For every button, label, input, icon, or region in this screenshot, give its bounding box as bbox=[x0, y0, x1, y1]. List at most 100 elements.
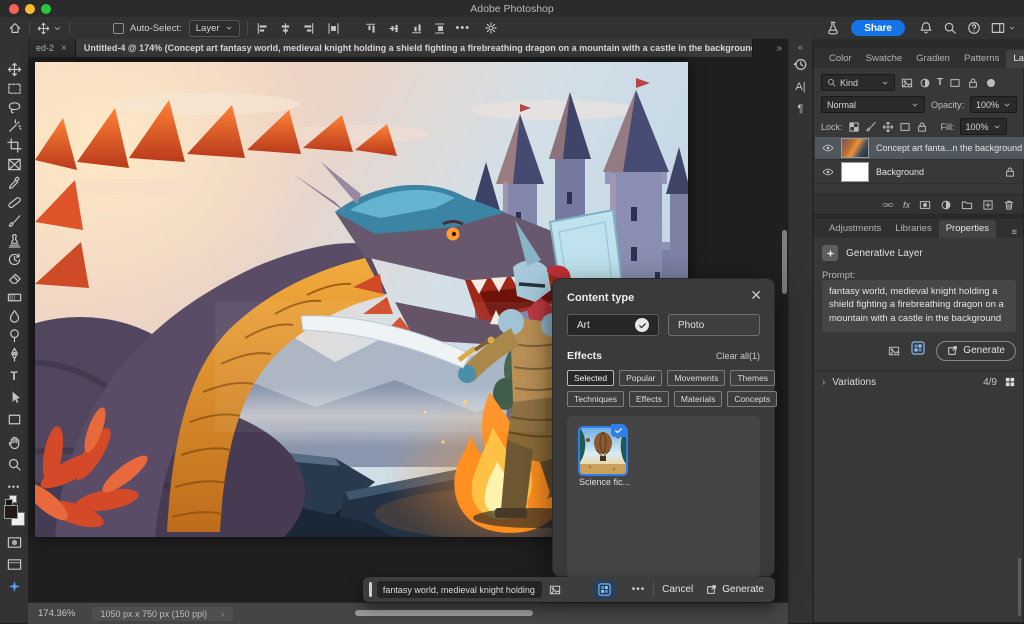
generate-button[interactable]: Generate bbox=[706, 584, 775, 595]
crop-tool[interactable] bbox=[0, 137, 28, 154]
chevron-down-icon[interactable] bbox=[1008, 24, 1016, 32]
lock-all-icon[interactable] bbox=[916, 121, 928, 133]
filter-toggle-icon[interactable] bbox=[987, 79, 995, 87]
tab-untitled-4-active[interactable]: Untitled-4 @ 174% (Concept art fantasy w… bbox=[76, 39, 753, 57]
help-icon[interactable] bbox=[967, 21, 981, 35]
hand-tool[interactable] bbox=[0, 434, 28, 451]
history-panel-icon[interactable] bbox=[789, 57, 812, 72]
cancel-button[interactable]: Cancel bbox=[662, 584, 693, 595]
layer-row-generative[interactable]: Concept art fanta...n the background bbox=[815, 137, 1024, 160]
delete-layer-trash-icon[interactable] bbox=[1003, 199, 1015, 211]
dodge-tool[interactable] bbox=[0, 327, 28, 344]
chip-movements[interactable]: Movements bbox=[667, 370, 725, 386]
link-layers-icon[interactable] bbox=[882, 199, 894, 211]
blend-mode-dropdown[interactable]: Normal bbox=[821, 96, 925, 113]
zoom-level-field[interactable]: 174.36% bbox=[38, 608, 76, 619]
layer-visibility-eye-icon[interactable] bbox=[822, 142, 834, 154]
move-tool-icon[interactable] bbox=[37, 22, 50, 35]
eyedropper-tool[interactable] bbox=[0, 175, 28, 192]
taskbar-drag-handle[interactable] bbox=[369, 582, 372, 597]
workspace-settings-gear-icon[interactable] bbox=[484, 21, 498, 35]
align-center-horizontal-icon[interactable] bbox=[279, 22, 292, 35]
home-icon[interactable] bbox=[8, 21, 22, 35]
lock-position-icon[interactable] bbox=[882, 121, 894, 133]
fill-dropdown[interactable]: 100% bbox=[960, 118, 1007, 135]
generate-button[interactable]: Generate bbox=[936, 341, 1016, 361]
tool-preset-chevron-icon[interactable] bbox=[53, 24, 62, 33]
eraser-tool[interactable] bbox=[0, 270, 28, 287]
align-right-icon[interactable] bbox=[302, 22, 315, 35]
layer-effects-icon[interactable]: fx bbox=[903, 200, 910, 210]
chip-materials[interactable]: Materials bbox=[674, 391, 722, 407]
collapse-panels-icon[interactable]: « bbox=[789, 42, 812, 52]
tab-layers[interactable]: Layers bbox=[1006, 50, 1024, 68]
healing-brush-tool[interactable] bbox=[0, 194, 28, 211]
grid-view-icon[interactable] bbox=[1004, 376, 1016, 388]
filter-pixel-layers-icon[interactable] bbox=[901, 77, 913, 89]
align-bottom-icon[interactable] bbox=[408, 22, 421, 35]
clone-stamp-tool[interactable] bbox=[0, 232, 28, 249]
layer-row-background[interactable]: Background bbox=[815, 161, 1024, 184]
gradient-tool[interactable] bbox=[0, 289, 28, 306]
screen-mode-icon[interactable] bbox=[0, 556, 28, 573]
close-icon[interactable]: ✕ bbox=[750, 287, 762, 304]
character-panel-icon[interactable]: A| bbox=[789, 81, 812, 93]
more-options-icon[interactable]: ••• bbox=[456, 22, 471, 34]
distribute-vertical-icon[interactable] bbox=[431, 22, 444, 35]
layer-visibility-eye-icon[interactable] bbox=[822, 166, 834, 178]
tab-untitled-2[interactable]: ed-2 × bbox=[28, 39, 76, 57]
object-selection-tool[interactable] bbox=[0, 118, 28, 135]
chip-concepts[interactable]: Concepts bbox=[727, 391, 777, 407]
filter-adjustment-layers-icon[interactable] bbox=[919, 77, 931, 89]
align-middle-vertical-icon[interactable] bbox=[385, 22, 398, 35]
path-selection-tool[interactable] bbox=[0, 389, 28, 406]
align-top-icon[interactable] bbox=[362, 22, 375, 35]
filter-smart-objects-icon[interactable] bbox=[967, 77, 979, 89]
align-left-icon[interactable] bbox=[256, 22, 269, 35]
more-options-icon[interactable]: ••• bbox=[632, 584, 646, 595]
chip-selected[interactable]: Selected bbox=[567, 370, 614, 386]
layer-thumbnail[interactable] bbox=[841, 138, 869, 158]
lock-pixels-icon[interactable] bbox=[865, 121, 877, 133]
generation-settings-icon-active[interactable] bbox=[594, 580, 615, 599]
opacity-dropdown[interactable]: 100% bbox=[970, 96, 1017, 113]
share-button[interactable]: Share bbox=[851, 20, 905, 36]
panel-menu-icon[interactable]: ≡ bbox=[1011, 227, 1023, 238]
new-layer-icon[interactable] bbox=[982, 199, 994, 211]
filter-type-layers-icon[interactable]: T bbox=[937, 77, 943, 88]
chip-themes[interactable]: Themes bbox=[730, 370, 775, 386]
canvas-horizontal-scrollbar[interactable] bbox=[355, 610, 533, 616]
move-tool[interactable] bbox=[0, 61, 28, 78]
brush-tool[interactable] bbox=[0, 213, 28, 230]
auto-select-checkbox[interactable] bbox=[113, 23, 124, 34]
reference-image-icon[interactable] bbox=[888, 345, 900, 357]
chip-techniques[interactable]: Techniques bbox=[567, 391, 624, 407]
foreground-color-swatch[interactable] bbox=[4, 505, 18, 519]
tab-properties[interactable]: Properties bbox=[939, 220, 996, 238]
layer-filter-kind-dropdown[interactable]: Kind bbox=[821, 74, 895, 91]
distribute-horizontal-icon[interactable] bbox=[327, 22, 340, 35]
quick-mask-mode-icon[interactable] bbox=[0, 534, 28, 551]
shape-tool[interactable] bbox=[0, 411, 28, 428]
chip-popular[interactable]: Popular bbox=[619, 370, 662, 386]
frame-tool[interactable] bbox=[0, 156, 28, 173]
lock-transparency-icon[interactable] bbox=[848, 121, 860, 133]
content-type-photo-button[interactable]: Photo bbox=[668, 314, 760, 336]
layer-name[interactable]: Concept art fanta...n the background bbox=[876, 143, 1022, 153]
clear-all-link[interactable]: Clear all(1) bbox=[716, 351, 760, 361]
filter-shape-layers-icon[interactable] bbox=[949, 77, 961, 89]
paragraph-panel-icon[interactable]: ¶ bbox=[789, 103, 812, 115]
variations-row[interactable]: › Variations 4/9 bbox=[822, 376, 1016, 388]
tab-gradients[interactable]: Gradien bbox=[909, 50, 957, 68]
reference-image-icon[interactable] bbox=[549, 584, 561, 596]
tab-adjustments[interactable]: Adjustments bbox=[822, 220, 888, 238]
panel-scrollbar[interactable] bbox=[1018, 558, 1021, 616]
tab-color[interactable]: Color bbox=[822, 50, 859, 68]
canvas-vertical-scrollbar[interactable] bbox=[782, 230, 787, 294]
type-tool[interactable]: T bbox=[0, 367, 28, 384]
expand-chevron-icon[interactable]: › bbox=[822, 377, 825, 388]
notifications-bell-icon[interactable] bbox=[919, 21, 933, 35]
chip-effects[interactable]: Effects bbox=[629, 391, 669, 407]
prompt-input[interactable] bbox=[377, 581, 542, 598]
lasso-tool[interactable] bbox=[0, 99, 28, 116]
